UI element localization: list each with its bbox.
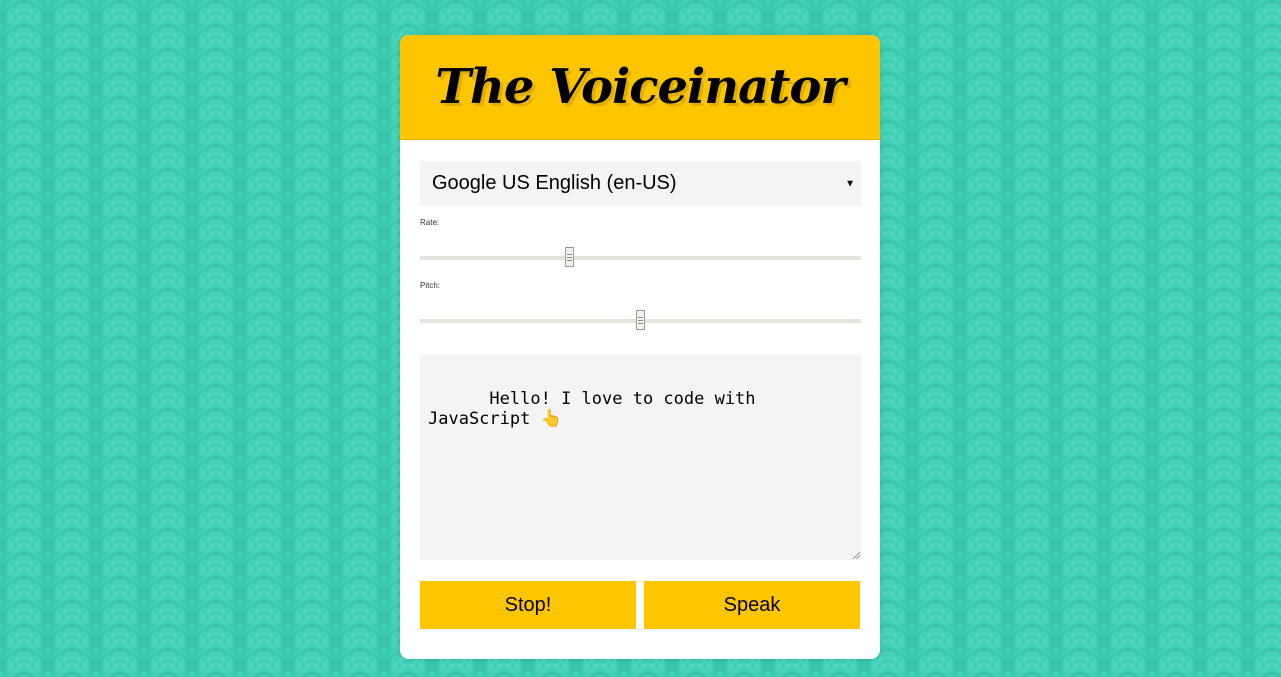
- pitch-label: Pitch:: [420, 281, 441, 290]
- chevron-down-icon: ▼: [845, 178, 855, 189]
- voiceinator-card: The Voiceinator Google US English (en-US…: [400, 35, 880, 659]
- button-row: Stop! Speak: [420, 581, 860, 629]
- controls: Google US English (en-US) ▼ Rate: Pitch:…: [400, 140, 880, 629]
- rate-slider-thumb[interactable]: [564, 247, 574, 267]
- app-title: The Voiceinator: [435, 59, 845, 115]
- stop-button[interactable]: Stop!: [420, 581, 636, 629]
- rate-slider-track: [420, 256, 861, 260]
- rate-slider[interactable]: [420, 247, 861, 269]
- message-textarea[interactable]: Hello! I love to code with JavaScript 👆: [420, 355, 861, 560]
- message-text: Hello! I love to code with JavaScript 👆: [428, 389, 766, 429]
- header: The Voiceinator: [400, 35, 880, 140]
- speak-button[interactable]: Speak: [644, 581, 860, 629]
- pitch-slider[interactable]: [420, 310, 861, 332]
- pitch-slider-thumb[interactable]: [635, 310, 645, 330]
- voice-select[interactable]: Google US English (en-US) ▼: [420, 161, 861, 206]
- resize-handle-icon[interactable]: [853, 552, 860, 559]
- rate-label: Rate:: [420, 218, 440, 227]
- voice-select-value: Google US English (en-US): [432, 172, 677, 194]
